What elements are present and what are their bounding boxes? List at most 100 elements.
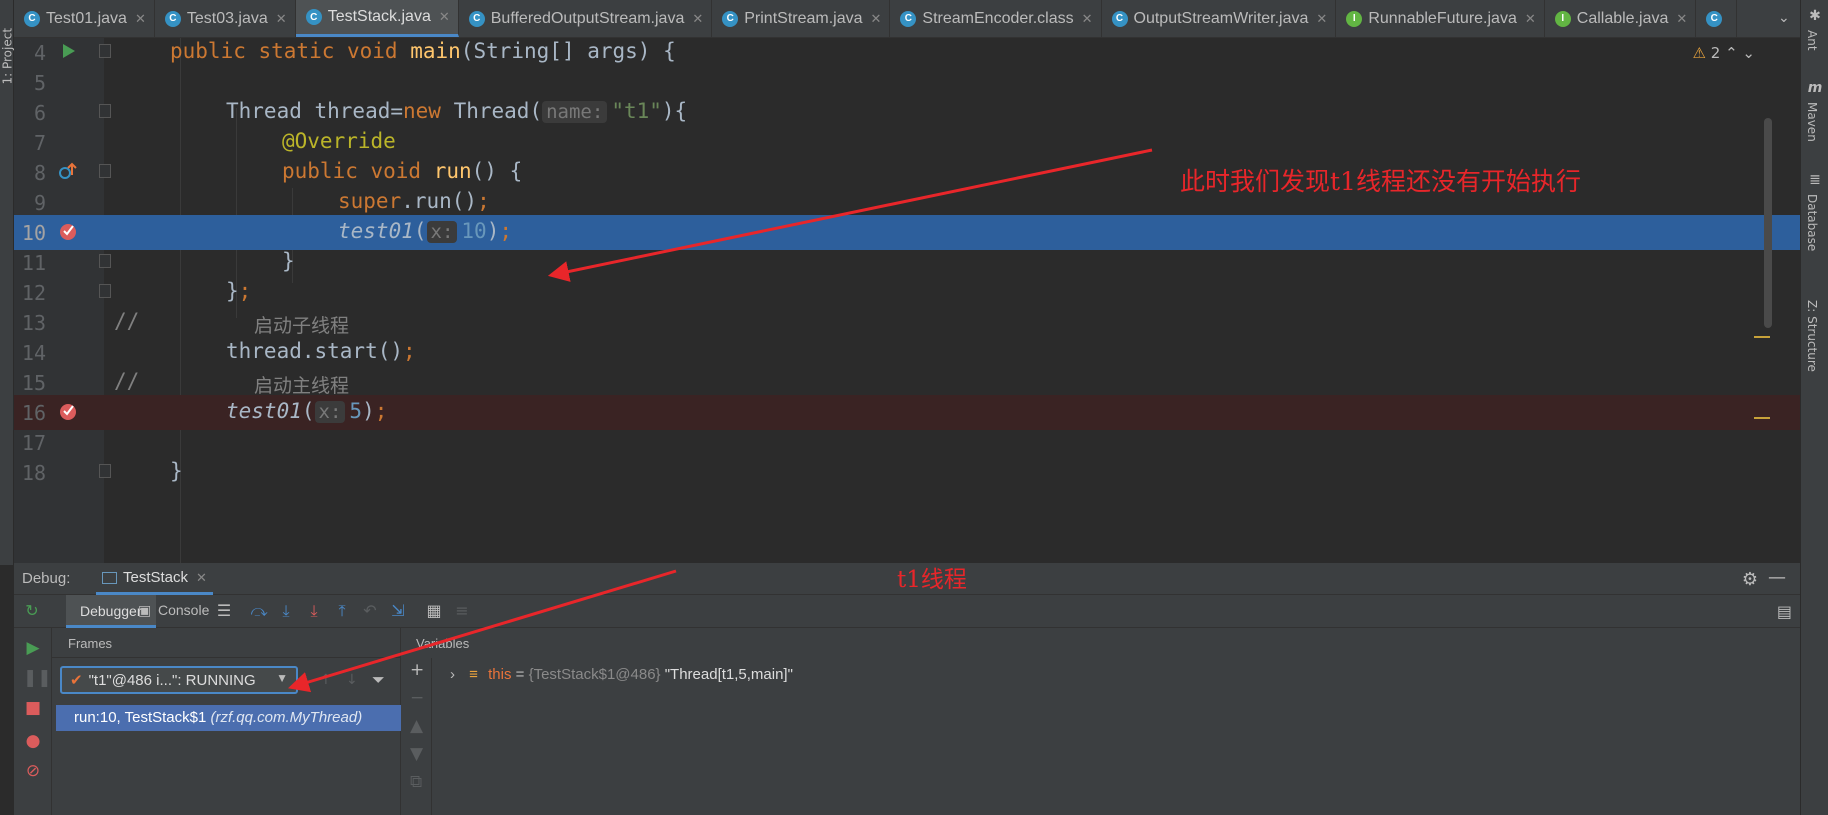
run-icon[interactable] bbox=[57, 40, 79, 62]
rerun-icon[interactable]: ↻ bbox=[22, 601, 42, 621]
code-text: } bbox=[170, 459, 183, 483]
code-text: test01(x: 5); bbox=[226, 399, 388, 423]
remove-watch-icon[interactable]: − bbox=[410, 688, 424, 708]
ant-tool-button[interactable]: ✱ Ant bbox=[1805, 8, 1825, 51]
pause-icon[interactable]: ❚❚ bbox=[23, 668, 52, 688]
move-down-icon[interactable]: ▼ bbox=[410, 744, 423, 764]
filter-icon[interactable]: ⏷ bbox=[372, 670, 385, 690]
step-over-icon[interactable]: ⤼ bbox=[249, 601, 269, 621]
breakpoint-icon[interactable] bbox=[57, 400, 79, 422]
session-icon bbox=[102, 571, 117, 584]
fold-marker-icon[interactable] bbox=[99, 104, 111, 118]
inspection-widget[interactable]: ⚠ 2 ⌃ ⌄ bbox=[1693, 44, 1756, 62]
editor-scrollbar-thumb[interactable] bbox=[1764, 118, 1772, 328]
editor-tab[interactable]: C BufferedOutputStream.java ✕ bbox=[459, 0, 713, 37]
run-to-cursor-icon[interactable]: ⇲ bbox=[388, 601, 408, 621]
stack-frame-row[interactable]: run:10, TestStack$1 (rzf.qq.com.MyThread… bbox=[56, 705, 401, 731]
editor-tab[interactable]: C PrintStream.java ✕ bbox=[712, 0, 891, 37]
ant-label: Ant bbox=[1805, 30, 1819, 51]
editor-tab[interactable]: C Test01.java ✕ bbox=[14, 0, 155, 37]
scrollbar-warning-marker[interactable] bbox=[1754, 417, 1770, 419]
close-icon[interactable]: ✕ bbox=[1316, 11, 1327, 27]
close-icon[interactable]: ✕ bbox=[1525, 11, 1536, 27]
fold-marker-icon[interactable] bbox=[99, 284, 111, 298]
close-icon[interactable]: ✕ bbox=[871, 11, 882, 27]
annotation-text-bottom: t1线程 bbox=[897, 567, 967, 593]
code-text: }; bbox=[226, 279, 252, 303]
variable-row[interactable]: › ≡ this = {TestStack$1@486} "Thread[t1,… bbox=[450, 666, 793, 683]
close-icon[interactable]: ✕ bbox=[276, 11, 287, 27]
fold-marker-icon[interactable] bbox=[99, 44, 111, 58]
move-up-icon[interactable]: ▲ bbox=[410, 716, 423, 736]
add-watch-icon[interactable]: + bbox=[410, 660, 424, 680]
drop-frame-icon[interactable]: ↶ bbox=[360, 601, 380, 621]
close-icon[interactable]: ✕ bbox=[1676, 11, 1687, 27]
line-number: 6 bbox=[33, 101, 46, 125]
line-number: 13 bbox=[21, 311, 46, 335]
variables-toolbar: + − ▲ ▼ ⧉ bbox=[402, 658, 432, 815]
trace-icon[interactable]: ≡ bbox=[452, 601, 472, 621]
editor-tab-bar: C Test01.java ✕ C Test03.java ✕ C TestStack.jav… bbox=[14, 0, 1800, 38]
close-icon[interactable]: ✕ bbox=[1082, 11, 1093, 27]
class-icon: C bbox=[1111, 10, 1128, 27]
evaluate-expression-icon[interactable]: ▦ bbox=[424, 601, 444, 621]
editor-tab[interactable]: I Callable.java ✕ bbox=[1545, 0, 1697, 37]
fold-marker-icon[interactable] bbox=[99, 464, 111, 478]
override-method-icon[interactable] bbox=[57, 160, 79, 182]
chevron-up-icon[interactable]: ⌃ bbox=[1725, 44, 1738, 62]
editor-tab[interactable]: C OutputStreamWriter.java ✕ bbox=[1102, 0, 1337, 37]
resume-icon[interactable]: ▶ bbox=[23, 638, 43, 658]
tab-console[interactable]: Console bbox=[158, 602, 209, 618]
chevron-down-icon[interactable]: ⌄ bbox=[1742, 44, 1755, 62]
code-editor[interactable]: 4 public static void main(String[] args)… bbox=[14, 38, 1800, 563]
frame-down-icon[interactable]: ↓ bbox=[346, 672, 358, 688]
close-icon[interactable]: ✕ bbox=[439, 9, 450, 25]
copy-icon[interactable]: ⧉ bbox=[410, 772, 422, 792]
gear-icon[interactable]: ⚙ bbox=[1742, 569, 1758, 590]
step-into-icon[interactable]: ⤓ bbox=[276, 601, 296, 621]
variables-title: Variables bbox=[416, 636, 470, 651]
close-icon[interactable]: ✕ bbox=[196, 570, 207, 586]
project-tool-button[interactable]: 1: Project bbox=[1, 10, 15, 85]
chevron-right-icon[interactable]: › bbox=[450, 666, 455, 683]
debug-toolbar: ↻ Debugger ▣ Console ☰ ⤼ ⤓ ⤓ ⤒ ↶ ⇲ ▦ ≡ ▤ bbox=[14, 595, 1800, 628]
force-step-into-icon[interactable]: ⤓ bbox=[304, 601, 324, 621]
editor-tab-label: TestStack.java bbox=[327, 8, 431, 25]
class-icon: C bbox=[24, 10, 40, 27]
tab-overflow-chevron-icon[interactable]: ⌄ bbox=[1778, 10, 1798, 26]
editor-tab-label: Callable.java bbox=[1576, 9, 1669, 27]
database-icon: ≣ bbox=[1809, 172, 1821, 188]
editor-tab-partial[interactable]: C bbox=[1696, 0, 1738, 37]
code-text: thread.start(); bbox=[226, 339, 416, 363]
editor-tab[interactable]: I RunnableFuture.java ✕ bbox=[1336, 0, 1545, 37]
layout-settings-icon[interactable]: ▤ bbox=[1777, 602, 1792, 621]
right-tool-strip: ✱ Ant m Maven ≣ Database Z: Structure bbox=[1800, 0, 1828, 815]
editor-tab[interactable]: C Test03.java ✕ bbox=[155, 0, 296, 37]
scrollbar-warning-marker[interactable] bbox=[1754, 336, 1770, 338]
line-number: 8 bbox=[33, 161, 46, 185]
view-breakpoints-icon[interactable]: ● bbox=[23, 731, 43, 751]
maven-tool-button[interactable]: m Maven bbox=[1805, 80, 1825, 142]
frame-up-icon[interactable]: ↑ bbox=[320, 672, 332, 688]
database-tool-button[interactable]: ≣ Database bbox=[1805, 172, 1825, 251]
breakpoint-hit-icon[interactable] bbox=[57, 220, 79, 242]
editor-tab[interactable]: C StreamEncoder.class ✕ bbox=[890, 0, 1102, 37]
step-out-icon[interactable]: ⤒ bbox=[332, 601, 352, 621]
stop-icon[interactable]: ■ bbox=[23, 698, 43, 718]
comment-text: 启动子线程 bbox=[254, 315, 350, 337]
minimize-icon[interactable]: — bbox=[1768, 567, 1786, 588]
line-number: 16 bbox=[21, 401, 46, 425]
close-icon[interactable]: ✕ bbox=[692, 11, 703, 27]
fold-marker-icon[interactable] bbox=[99, 164, 111, 178]
field-icon: ≡ bbox=[469, 666, 478, 683]
thread-selector[interactable]: ✔ "t1"@486 i...": RUNNING ▼ bbox=[60, 666, 298, 694]
line-number: 4 bbox=[33, 41, 46, 65]
class-icon: C bbox=[722, 10, 739, 27]
code-text: test01(x: 10); bbox=[338, 219, 513, 243]
debug-session-tab[interactable]: TestStack ✕ bbox=[96, 563, 213, 595]
mute-breakpoints-icon[interactable]: ⊘ bbox=[23, 761, 43, 781]
editor-tab[interactable]: C TestStack.java ✕ bbox=[295, 0, 459, 37]
fold-marker-icon[interactable] bbox=[99, 254, 111, 268]
close-icon[interactable]: ✕ bbox=[135, 11, 146, 27]
show-execution-point-icon[interactable]: ☰ bbox=[214, 601, 234, 621]
